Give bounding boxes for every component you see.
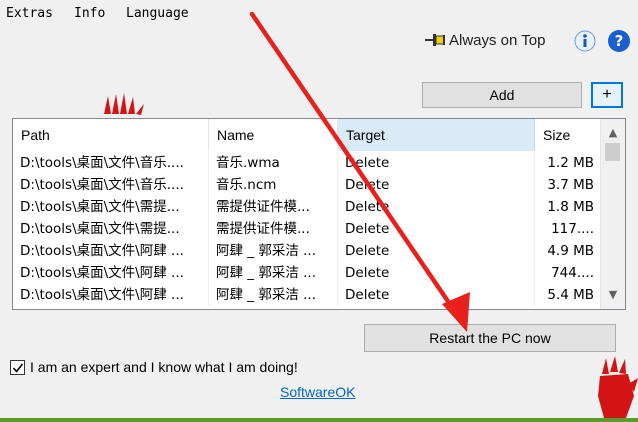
scroll-up-icon[interactable]: ▲ [601,123,625,143]
cell-target: Delete [338,284,535,306]
column-header-target[interactable]: Target [338,119,535,151]
bottom-accent-bar [0,418,638,422]
expert-checkbox-label: I am an expert and I know what I am doin… [30,359,298,375]
column-header-name[interactable]: Name [209,119,338,151]
table-row[interactable]: D:\tools\桌面\文件\需提... 需提供证件模... Delete 1.… [13,196,601,218]
table-body: D:\tools\桌面\文件\音乐.... 音乐.wma Delete 1.2 … [13,152,601,306]
red-hand-icon [598,356,638,418]
file-table[interactable]: Path Name Target Size D:\tools\桌面\文件\音乐.… [12,118,626,310]
menu-extras[interactable]: Extras [6,6,53,21]
cell-path: D:\tools\桌面\文件\阿肆 ... [13,284,209,306]
cell-name: 需提供证件模... [209,218,338,240]
cell-name: 阿肆 _ 郭采洁 ... [209,240,338,262]
cell-target: Delete [338,196,535,218]
vertical-scrollbar[interactable]: ▲ ▼ [600,119,625,309]
expert-checkbox[interactable] [10,359,25,375]
cell-target: Delete [338,152,535,174]
cell-name: 音乐.wma [209,152,338,174]
red-hand-icon [104,93,144,115]
table-row[interactable]: D:\tools\桌面\文件\阿肆 ... 阿肆 _ 郭采洁 ... Delet… [13,284,601,306]
cell-target: Delete [338,218,535,240]
cell-name: 音乐.ncm [209,174,338,196]
table-header: Path Name Target Size [13,119,601,151]
cell-target: Delete [338,240,535,262]
cell-name: 阿肆 _ 郭采洁 ... [209,284,338,306]
cell-size: 1.2 MB [535,152,601,174]
cell-size: 117.... [535,218,601,240]
cell-size: 4.9 MB [535,240,601,262]
cell-size: 1.8 MB [535,196,601,218]
cell-size: 3.7 MB [535,174,601,196]
expert-checkbox-row[interactable]: I am an expert and I know what I am doin… [10,359,298,375]
column-header-size[interactable]: Size [535,119,601,151]
scroll-down-icon[interactable]: ▼ [601,285,625,305]
plus-button[interactable]: + [591,82,623,108]
add-button[interactable]: Add [422,82,582,108]
restart-pc-button[interactable]: Restart the PC now [364,324,616,352]
cell-path: D:\tools\桌面\文件\音乐.... [13,174,209,196]
cell-path: D:\tools\桌面\文件\阿肆 ... [13,240,209,262]
always-on-top-label: Always on Top [449,31,546,49]
table-row[interactable]: D:\tools\桌面\文件\阿肆 ... 阿肆 _ 郭采洁 ... Delet… [13,262,601,284]
cell-size: 744.... [535,262,601,284]
menu-bar: Extras Info Language [0,0,638,28]
cell-size: 5.4 MB [535,284,601,306]
menu-language[interactable]: Language [126,6,189,21]
cell-target: Delete [338,174,535,196]
table-row[interactable]: D:\tools\桌面\文件\音乐.... 音乐.ncm Delete 3.7 … [13,174,601,196]
table-row[interactable]: D:\tools\桌面\文件\音乐.... 音乐.wma Delete 1.2 … [13,152,601,174]
column-header-path[interactable]: Path [13,119,209,151]
always-on-top-toggle[interactable]: Always on Top [424,29,545,51]
info-icon[interactable] [574,30,596,52]
scroll-thumb[interactable] [605,143,620,161]
help-icon[interactable]: ? [608,30,630,52]
menu-info[interactable]: Info [74,6,105,21]
cell-name: 阿肆 _ 郭采洁 ... [209,262,338,284]
table-row[interactable]: D:\tools\桌面\文件\阿肆 ... 阿肆 _ 郭采洁 ... Delet… [13,240,601,262]
softwareok-link[interactable]: SoftwareOK [280,384,355,400]
cell-path: D:\tools\桌面\文件\需提... [13,218,209,240]
cell-path: D:\tools\桌面\文件\音乐.... [13,152,209,174]
pin-icon [425,34,445,46]
cell-path: D:\tools\桌面\文件\需提... [13,196,209,218]
cell-target: Delete [338,262,535,284]
cell-path: D:\tools\桌面\文件\阿肆 ... [13,262,209,284]
cell-name: 需提供证件模... [209,196,338,218]
checkmark-icon [12,363,24,373]
table-row[interactable]: D:\tools\桌面\文件\需提... 需提供证件模... Delete 11… [13,218,601,240]
